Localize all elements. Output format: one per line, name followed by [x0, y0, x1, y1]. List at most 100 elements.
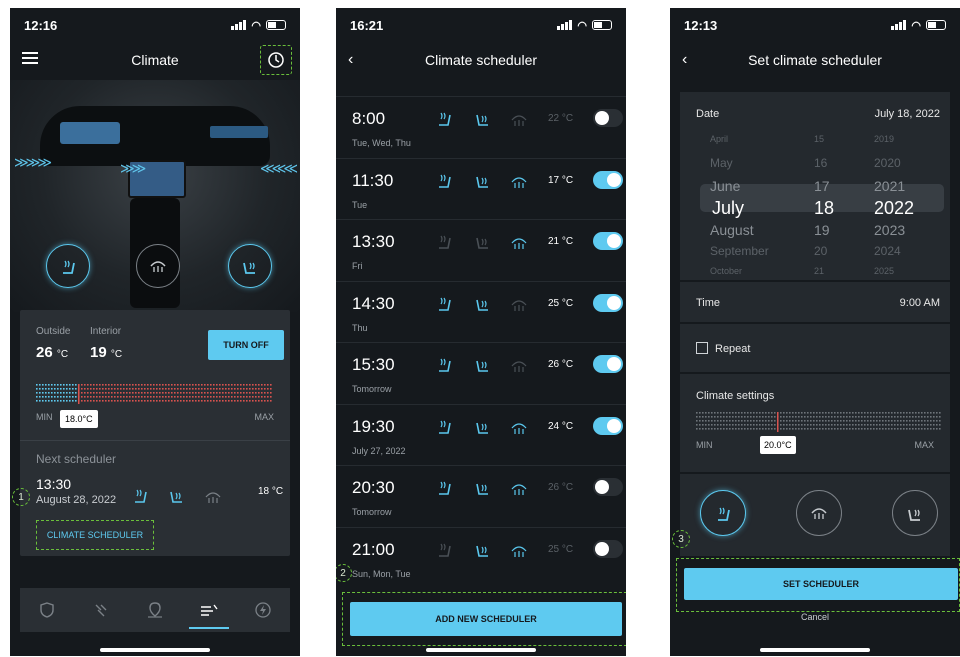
- picker-row[interactable]: June 17 2021: [704, 178, 940, 194]
- slider-dot: [189, 388, 191, 390]
- tab-map[interactable]: [135, 588, 175, 632]
- temperature-slider[interactable]: [696, 412, 944, 432]
- slider-dot: [144, 400, 146, 402]
- slider-dot: [708, 428, 710, 430]
- scheduler-toggle[interactable]: [593, 539, 623, 558]
- seat-heat-icon: [63, 260, 75, 274]
- schedule-clock-button[interactable]: [260, 45, 292, 75]
- menu-icon[interactable]: [22, 51, 38, 69]
- scheduler-toggle[interactable]: [593, 478, 623, 496]
- slider-dot: [921, 428, 923, 430]
- passenger-seat-heat-button[interactable]: [228, 244, 272, 288]
- back-chevron-icon[interactable]: ‹: [682, 51, 687, 69]
- slider-dot: [753, 420, 755, 422]
- slider-dot: [888, 424, 890, 426]
- slider-dot: [204, 388, 206, 390]
- slider-dot: [804, 416, 806, 418]
- date-picker[interactable]: April 15 2019 May 16 2020 June 17 2021 July 18 2022…: [704, 130, 940, 276]
- slider-dot: [711, 420, 713, 422]
- tab-climate[interactable]: [189, 588, 229, 632]
- slider-dot: [729, 416, 731, 418]
- slider-thumb[interactable]: [78, 384, 80, 404]
- scheduler-row[interactable]: 21:00 Sun, Mon, Tue 25 °C: [336, 526, 626, 588]
- driver-seat-heat-button[interactable]: [46, 244, 90, 288]
- slider-dot: [54, 396, 56, 398]
- time-section[interactable]: Time 9:00 AM: [680, 282, 950, 322]
- defrost-button[interactable]: [136, 244, 180, 288]
- slider-dot: [933, 424, 935, 426]
- slider-dot: [243, 392, 245, 394]
- slider-dot: [789, 412, 791, 414]
- picker-row[interactable]: October 21 2025: [704, 266, 940, 276]
- slider-dot: [699, 416, 701, 418]
- slider-dot: [930, 424, 932, 426]
- scheduler-toggle[interactable]: [593, 355, 623, 373]
- picker-row[interactable]: April 15 2019: [704, 134, 940, 144]
- slider-dot: [735, 420, 737, 422]
- slider-dot: [42, 400, 44, 402]
- scheduler-toggle[interactable]: [593, 170, 623, 189]
- passenger-seat-heat-button[interactable]: [892, 490, 938, 536]
- turn-off-button[interactable]: TURN OFF: [208, 330, 284, 360]
- slider-dot: [834, 428, 836, 430]
- picker-row[interactable]: August 19 2023: [704, 222, 940, 238]
- cancel-link[interactable]: Cancel: [670, 612, 960, 622]
- seat-heat-button[interactable]: [700, 490, 746, 536]
- slider-dot: [780, 420, 782, 422]
- set-scheduler-button[interactable]: SET SCHEDULER: [684, 568, 958, 600]
- defrost-icon: [150, 261, 166, 272]
- scheduler-row[interactable]: 8:00 Tue, Wed, Thu 22 °C: [336, 96, 626, 157]
- time-value: 9:00 AM: [899, 297, 940, 309]
- slider-dot: [849, 428, 851, 430]
- scheduler-toggle[interactable]: [593, 232, 623, 250]
- status-bar: 12:16 ◠: [10, 8, 300, 42]
- scheduler-days: Fri: [352, 261, 363, 271]
- picker-month: April: [710, 134, 729, 144]
- slider-dot: [186, 392, 188, 394]
- slider-dot: [117, 392, 119, 394]
- temperature-slider[interactable]: [36, 384, 274, 404]
- scheduler-row[interactable]: 14:30 Thu 25 °C: [336, 280, 626, 342]
- scheduler-row[interactable]: 19:30 July 27, 2022 24 °C: [336, 403, 626, 465]
- next-scheduler-date: August 28, 2022: [36, 494, 117, 506]
- slider-dot: [69, 396, 71, 398]
- scheduler-row[interactable]: 15:30 Tomorrow 26 °C: [336, 342, 626, 403]
- slider-thumb[interactable]: [777, 412, 779, 432]
- slider-dot: [843, 416, 845, 418]
- slider-dot: [795, 412, 797, 414]
- scheduler-row[interactable]: 20:30 Tomorrow 26 °C: [336, 465, 626, 526]
- annotation-number: 3: [672, 530, 690, 548]
- climate-scheduler-link[interactable]: CLIMATE SCHEDULER: [36, 520, 154, 550]
- scheduler-row[interactable]: 11:30 Tue 17 °C: [336, 157, 626, 219]
- scheduler-toggle[interactable]: [593, 293, 623, 312]
- back-chevron-icon[interactable]: ‹: [348, 51, 353, 69]
- slider-dot: [807, 416, 809, 418]
- slider-dot: [129, 388, 131, 390]
- tab-charge[interactable]: [243, 588, 283, 632]
- slider-dot: [900, 416, 902, 418]
- scheduler-toggle[interactable]: [593, 109, 623, 127]
- slider-dot: [240, 388, 242, 390]
- tab-plug[interactable]: [81, 588, 121, 632]
- slider-dot: [249, 392, 251, 394]
- scheduler-toggle[interactable]: [593, 416, 623, 435]
- slider-dot: [909, 428, 911, 430]
- slider-dot: [84, 392, 86, 394]
- slider-dot: [702, 420, 704, 422]
- repeat-checkbox[interactable]: [696, 342, 708, 354]
- slider-dot: [879, 416, 881, 418]
- tab-shield[interactable]: [27, 588, 67, 632]
- instrument-display: [60, 122, 120, 144]
- slider-dot: [708, 424, 710, 426]
- slider-dot: [927, 412, 929, 414]
- slider-dot: [162, 388, 164, 390]
- picker-row[interactable]: May 16 2020: [704, 156, 940, 170]
- picker-row[interactable]: July 18 2022: [704, 198, 940, 219]
- slider-dot: [84, 388, 86, 390]
- scheduler-row[interactable]: 13:30 Fri 21 °C: [336, 219, 626, 280]
- home-indicator: [100, 648, 210, 652]
- defrost-button[interactable]: [796, 490, 842, 536]
- picker-row[interactable]: September 20 2024: [704, 244, 940, 258]
- add-new-scheduler-button[interactable]: ADD NEW SCHEDULER: [350, 602, 622, 636]
- slider-dot: [807, 412, 809, 414]
